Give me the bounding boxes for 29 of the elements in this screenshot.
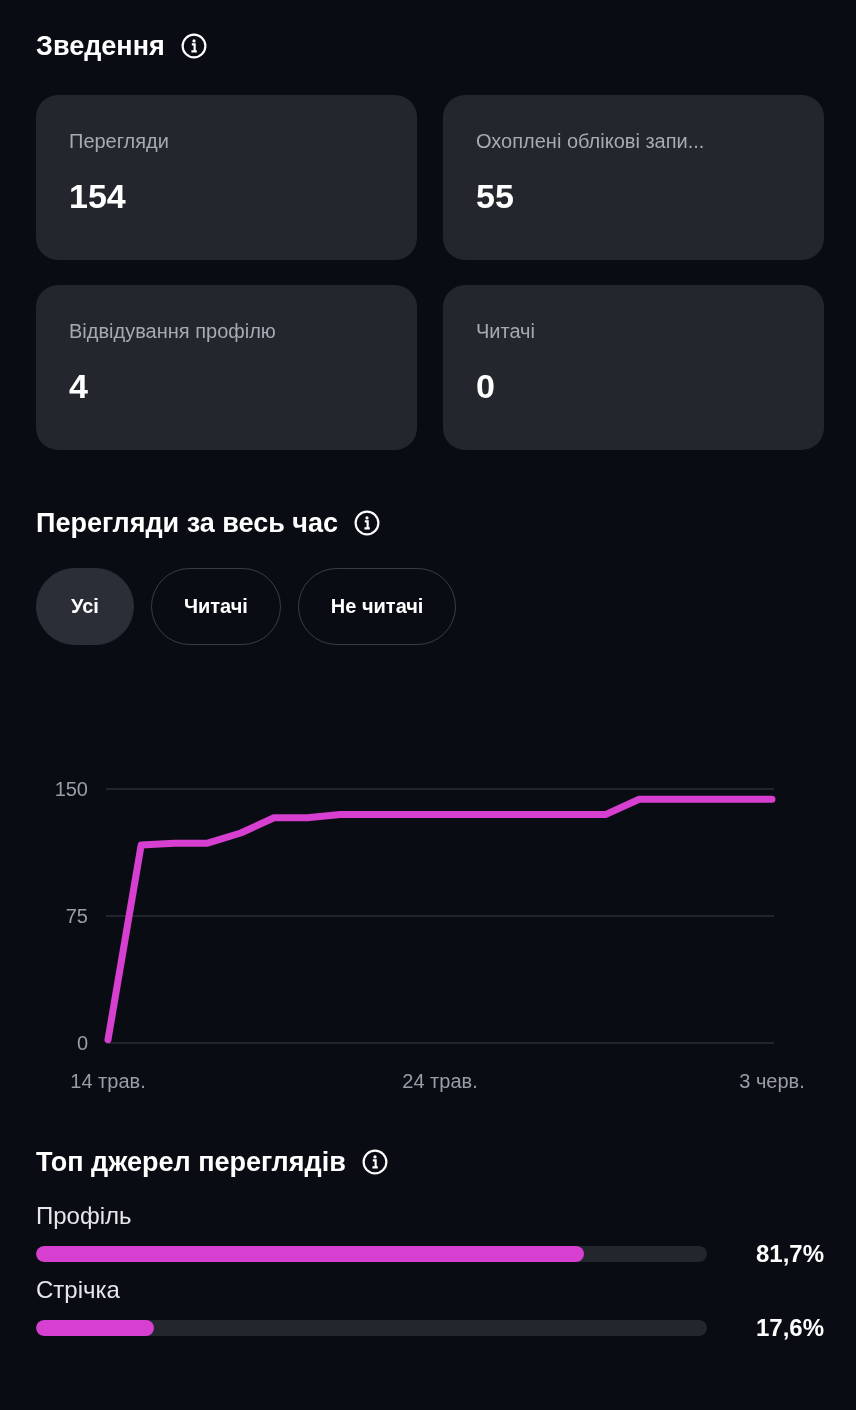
axis-label: 75: [65, 905, 88, 927]
axis-label: 150: [54, 778, 88, 800]
source-label: Профіль: [36, 1202, 133, 1230]
axis-label: 0: [76, 1032, 88, 1054]
stat-card[interactable]: Відвідування профілю 4: [36, 285, 417, 450]
percent-value: 81,7%: [755, 1240, 824, 1268]
info-icon[interactable]: [361, 1149, 388, 1175]
section-title: Перегляди за весь час: [36, 507, 338, 539]
section-title: Зведення: [36, 30, 165, 62]
stat-value: 0: [476, 367, 495, 406]
axis-label: 24 трав.: [402, 1070, 478, 1092]
stat-card[interactable]: Охоплені облікові запи... 55: [443, 95, 824, 260]
stat-label: Охоплені облікові запи...: [476, 130, 705, 153]
stat-card[interactable]: Перегляди 154: [36, 95, 417, 260]
info-icon[interactable]: [180, 33, 207, 59]
stat-label: Читачі: [476, 320, 535, 343]
stat-card[interactable]: Читачі 0: [443, 285, 824, 450]
stat-value: 55: [476, 177, 514, 216]
filter-chip[interactable]: Усі: [36, 568, 134, 645]
stat-value: 4: [69, 367, 88, 406]
axis-label: 14 трав.: [70, 1070, 146, 1092]
source-label: Стрічка: [36, 1276, 121, 1304]
stat-label: Перегляди: [69, 130, 169, 153]
stat-value: 154: [69, 177, 126, 216]
percent-value: 17,6%: [755, 1314, 824, 1342]
info-icon[interactable]: [353, 510, 380, 536]
stat-label: Відвідування профілю: [69, 320, 276, 343]
section-title: Топ джерел переглядів: [36, 1146, 346, 1178]
axis-label: 3 черв.: [739, 1070, 805, 1092]
